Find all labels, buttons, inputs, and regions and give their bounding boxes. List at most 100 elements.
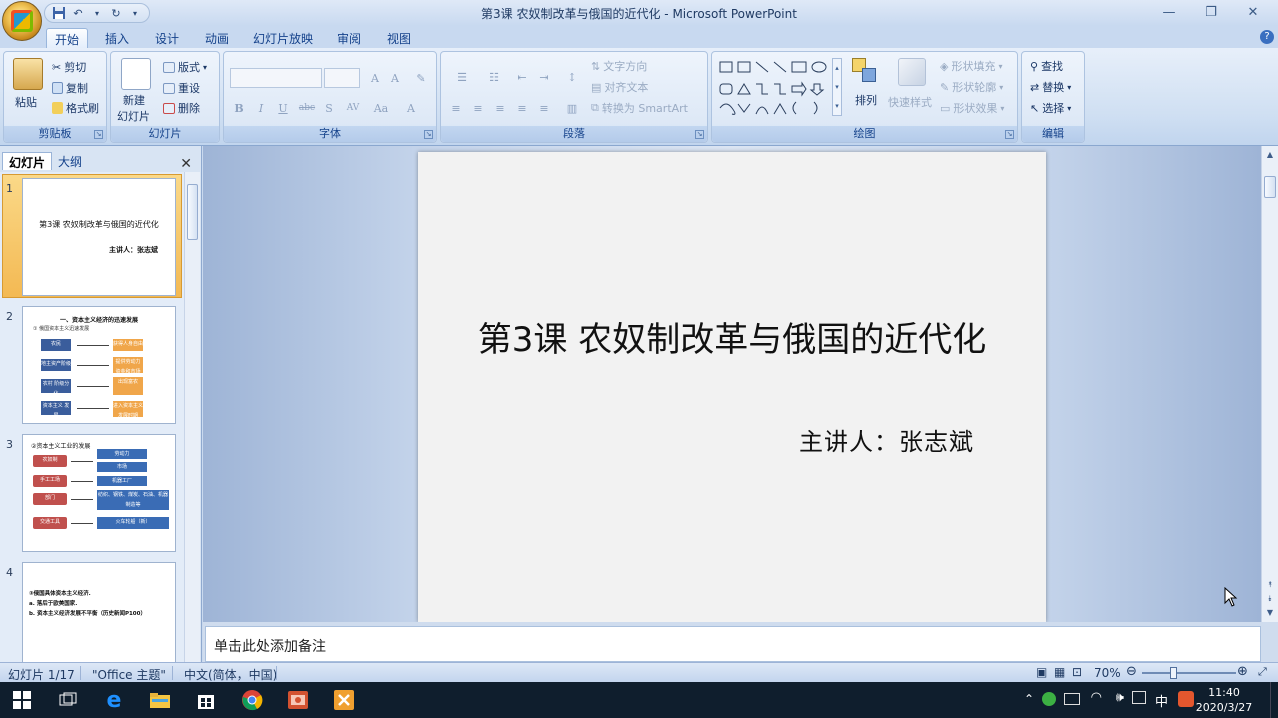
notifications-icon[interactable] <box>1132 691 1146 704</box>
shadow-icon[interactable]: S <box>320 99 338 117</box>
restore-button[interactable]: ❐ <box>1192 2 1230 22</box>
new-slide-label[interactable]: 新建 <box>123 92 145 108</box>
grow-font-icon[interactable]: A <box>366 69 384 87</box>
font-name-dropdown[interactable] <box>230 68 322 88</box>
notes-placeholder[interactable]: 单击此处添加备注 <box>214 636 326 656</box>
find-button[interactable]: ⚲ 查找 <box>1030 58 1063 74</box>
new-slide-icon[interactable] <box>121 58 151 90</box>
paragraph-launcher-icon[interactable]: ↘ <box>695 130 704 139</box>
new-slide-label-2[interactable]: 幻灯片 <box>117 108 150 124</box>
task-view-icon[interactable] <box>56 688 80 712</box>
store-icon[interactable] <box>194 688 218 712</box>
numbering-icon[interactable]: ☷ <box>479 68 509 86</box>
font-launcher-icon[interactable]: ↘ <box>424 130 433 139</box>
minimize-button[interactable]: — <box>1150 2 1188 22</box>
slide-thumbnail-3[interactable]: ②资本主义工业的发展 农奴制 手工工场 部门 交通工具 劳动力 市场 机器工厂 … <box>22 434 176 552</box>
align-right-icon[interactable]: ≡ <box>491 99 509 117</box>
windows-start-icon[interactable] <box>10 688 34 712</box>
tab-animation[interactable]: 动画 <box>198 28 236 48</box>
decrease-indent-icon[interactable]: ⇤ <box>513 68 531 86</box>
align-center-icon[interactable]: ≡ <box>469 99 487 117</box>
next-slide-icon[interactable]: ⯯ <box>1264 594 1276 604</box>
network-icon[interactable]: ◠ <box>1091 690 1102 705</box>
tab-design[interactable]: 设计 <box>148 28 186 48</box>
zoom-in-icon[interactable]: ⊕ <box>1237 664 1248 679</box>
shapes-gallery[interactable] <box>718 58 842 116</box>
tab-outline[interactable]: 大纲 <box>52 152 88 170</box>
shrink-font-icon[interactable]: A <box>386 69 404 87</box>
slideshow-view-icon[interactable]: ⊡ <box>1072 665 1082 679</box>
replace-button[interactable]: ⇄ 替换 ▾ <box>1030 79 1071 95</box>
scroll-up-icon[interactable]: ▲ <box>1264 150 1276 159</box>
shape-fill-button[interactable]: ◈ 形状填充 ▾ <box>940 58 1002 74</box>
close-button[interactable]: ✕ <box>1234 2 1272 22</box>
line-spacing-icon[interactable]: ↕ <box>559 68 585 86</box>
text-direction-button[interactable]: ⇅ 文字方向 <box>591 58 647 74</box>
zoom-slider[interactable] <box>1142 672 1236 674</box>
arrange-icon[interactable] <box>852 58 880 86</box>
slide-thumbnail-2[interactable]: 一、资本主义经济的迅速发展 ① 俄国资本主义迅速发展 农民 获得人身自由 地主资… <box>22 306 176 424</box>
thumbnail-scrollbar[interactable] <box>184 172 200 662</box>
slide-thumbnail-4[interactable]: ③俄国具体资本主义经济. a. 落后于欧美国家. b. 资本主义经济发展不平衡（… <box>22 562 176 662</box>
smartart-button[interactable]: ⧉ 转换为 SmartArt <box>591 100 688 116</box>
tab-review[interactable]: 审阅 <box>330 28 368 48</box>
drawing-launcher-icon[interactable]: ↘ <box>1005 130 1014 139</box>
tray-app-green-icon[interactable] <box>1042 692 1056 706</box>
sorter-view-icon[interactable]: ▦ <box>1054 665 1065 679</box>
current-slide[interactable]: 第3课 农奴制改革与俄国的近代化 主讲人：张志斌 <box>418 152 1046 622</box>
align-text-button[interactable]: ▤ 对齐文本 <box>591 79 648 95</box>
paste-button[interactable]: 粘贴 <box>15 94 37 110</box>
increase-indent-icon[interactable]: ⇥ <box>535 68 553 86</box>
zoom-out-icon[interactable]: ⊖ <box>1126 664 1137 679</box>
shapes-scroll[interactable]: ▴ ▾ ▾ <box>832 58 842 116</box>
notes-box[interactable]: 单击此处添加备注 <box>205 626 1261 662</box>
scroll-down-icon[interactable]: ▼ <box>1264 608 1276 617</box>
app-orange-icon[interactable] <box>332 688 356 712</box>
help-icon[interactable]: ? <box>1260 30 1274 44</box>
shape-outline-button[interactable]: ✎ 形状轮廓 ▾ <box>940 79 1003 95</box>
cut-button[interactable]: ✂ 剪切 <box>52 59 86 75</box>
shape-effects-button[interactable]: ▭ 形状效果 ▾ <box>940 100 1004 116</box>
thumbnail-scroll-thumb[interactable] <box>187 184 198 240</box>
file-explorer-icon[interactable] <box>148 688 172 712</box>
slide-title[interactable]: 第3课 农奴制改革与俄国的近代化 <box>418 312 1046 361</box>
tab-view[interactable]: 视图 <box>380 28 418 48</box>
tab-insert[interactable]: 插入 <box>98 28 136 48</box>
normal-view-icon[interactable]: ▣ <box>1036 665 1047 679</box>
scroll-thumb[interactable] <box>1264 176 1276 198</box>
slide-thumbnail-1[interactable]: 第3课 农奴制改革与俄国的近代化 主讲人：张志斌 <box>22 178 176 296</box>
tab-home[interactable]: 开始 <box>46 28 88 48</box>
underline-icon[interactable]: U <box>274 99 292 117</box>
quick-styles-icon[interactable] <box>898 58 926 86</box>
layout-button[interactable]: 版式 ▾ <box>163 59 207 75</box>
change-case-icon[interactable]: Aa <box>370 99 392 117</box>
prev-slide-icon[interactable]: ⯭ <box>1264 580 1276 590</box>
slide-subtitle[interactable]: 主讲人：张志斌 <box>799 422 974 457</box>
bullets-icon[interactable]: ☰ <box>447 68 477 86</box>
zoom-slider-handle[interactable] <box>1170 667 1177 679</box>
strikethrough-icon[interactable]: abc <box>296 99 318 117</box>
select-button[interactable]: ↖ 选择 ▾ <box>1030 100 1071 116</box>
clock[interactable]: 11:40 2020/3/27 <box>1192 685 1256 715</box>
zoom-level[interactable]: 70% <box>1094 666 1121 680</box>
clipboard-launcher-icon[interactable]: ↘ <box>94 130 103 139</box>
clear-format-icon[interactable]: ✎ <box>412 69 430 87</box>
arrange-button[interactable]: 排列 <box>855 92 877 108</box>
battery-icon[interactable] <box>1064 693 1080 705</box>
bold-icon[interactable]: B <box>230 99 248 117</box>
language-indicator[interactable]: 中文(简体，中国) <box>184 666 277 683</box>
distributed-icon[interactable]: ≡ <box>535 99 553 117</box>
justify-icon[interactable]: ≡ <box>513 99 531 117</box>
delete-button[interactable]: 删除 <box>163 100 200 116</box>
paste-icon[interactable] <box>13 58 43 90</box>
ime-indicator[interactable]: 中 <box>1155 691 1168 710</box>
tab-slides[interactable]: 幻灯片 <box>2 152 53 170</box>
show-desktop-button[interactable] <box>1270 682 1276 718</box>
font-size-dropdown[interactable] <box>324 68 360 88</box>
tray-expand-icon[interactable]: ⌃ <box>1024 692 1034 706</box>
chrome-icon[interactable] <box>240 688 264 712</box>
italic-icon[interactable]: I <box>252 99 270 117</box>
volume-icon[interactable]: 🕪 <box>1116 690 1124 705</box>
close-pane-icon[interactable]: ✕ <box>180 156 192 172</box>
font-color-icon[interactable]: A <box>402 99 420 117</box>
